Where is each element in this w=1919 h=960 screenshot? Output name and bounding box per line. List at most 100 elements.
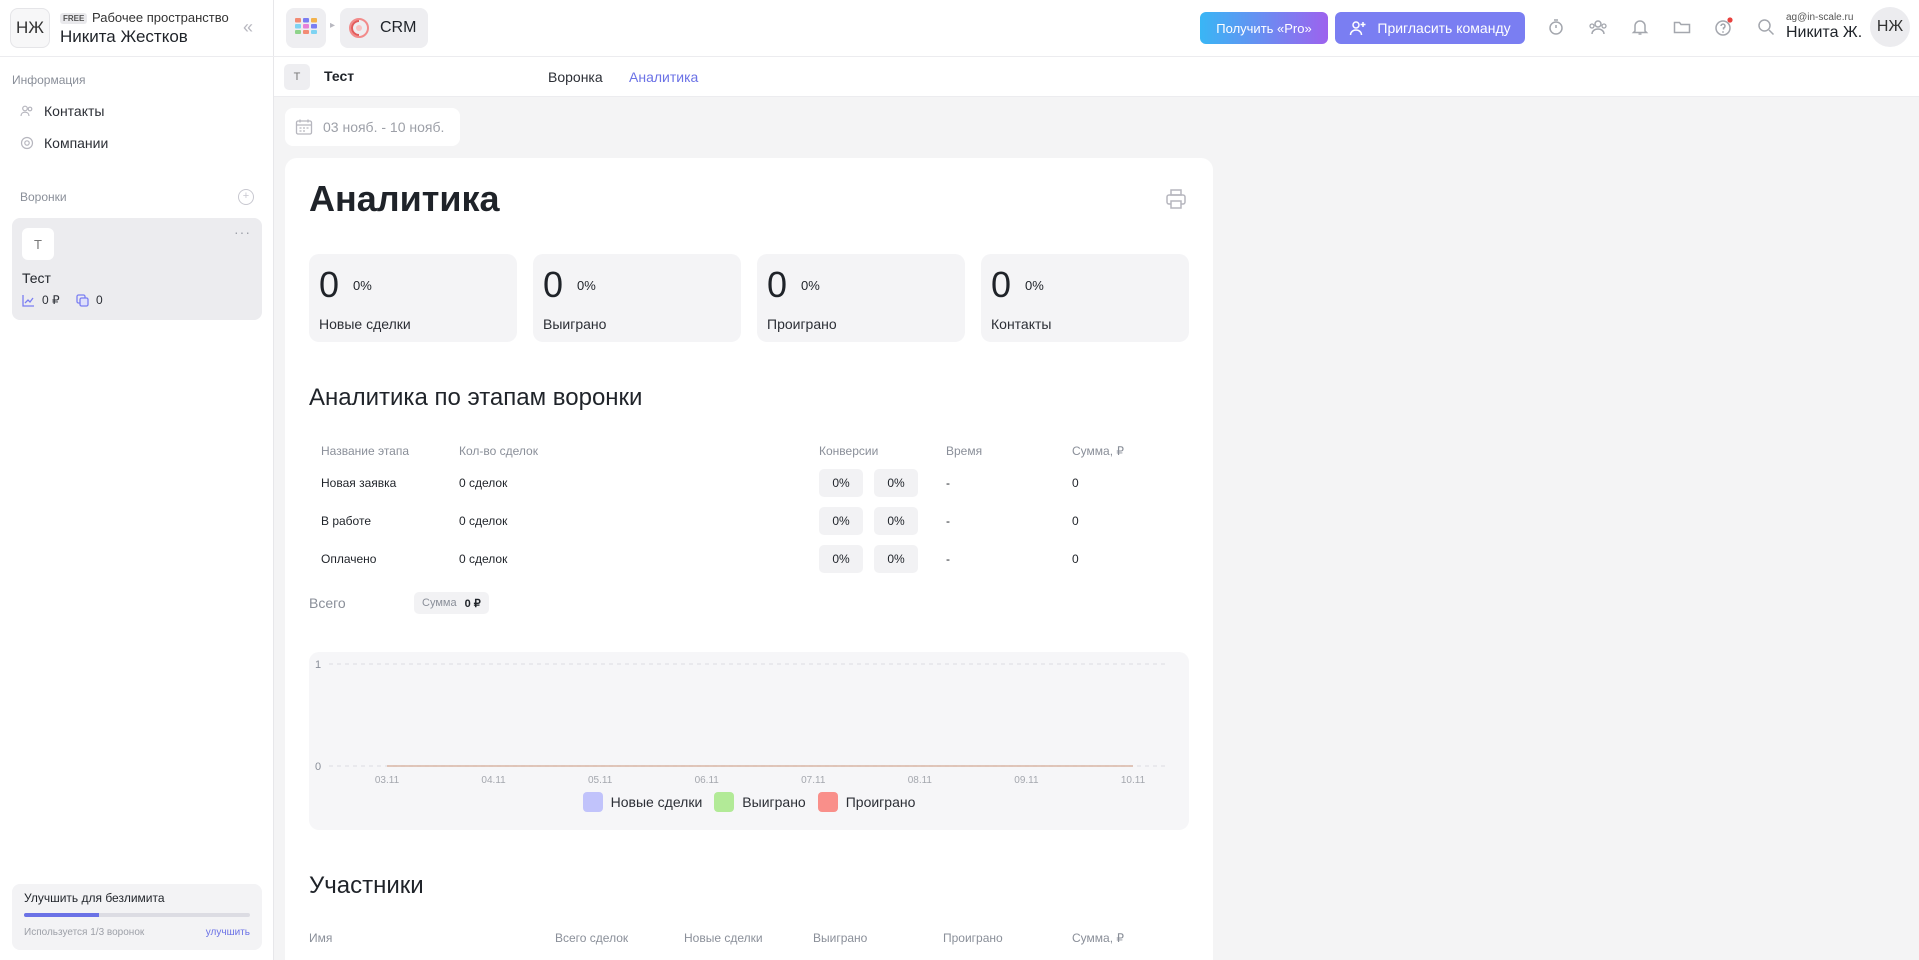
- chart-x-tick: 07.11: [801, 775, 826, 786]
- kpi-won: 0 0% Выиграно: [533, 254, 741, 342]
- kpi-percent: 0%: [577, 278, 596, 293]
- kpi-label: Проиграно: [767, 316, 837, 332]
- legend-label: Проиграно: [845, 794, 916, 810]
- funnel-card[interactable]: Т ··· Тест 0 ₽ 0: [12, 218, 262, 320]
- col-member-name: Имя: [309, 931, 333, 945]
- kpi-contacts: 0 0% Контакты: [981, 254, 1189, 342]
- upgrade-title: Улучшить для безлимита: [24, 891, 165, 905]
- page-title: Аналитика: [309, 178, 500, 219]
- total-sum-chip: Сумма 0 ₽: [414, 592, 489, 614]
- invite-team-label: Пригласить команду: [1377, 20, 1511, 36]
- kpi-label: Контакты: [991, 316, 1052, 332]
- workspace-avatar[interactable]: НЖ: [10, 8, 50, 48]
- legend-item[interactable]: Выиграно: [714, 792, 806, 812]
- stage-time: -: [946, 514, 950, 528]
- stage-name: Новая заявка: [321, 476, 397, 490]
- usage-progress-fill: [24, 913, 100, 917]
- add-user-icon: [1349, 19, 1367, 37]
- analytics-chart: 0 1 03.11 04.11 05.11 06.11 07.11 08.11 09.11 10.…: [309, 652, 1189, 830]
- tab-analytics[interactable]: Аналитика: [629, 69, 698, 85]
- kpi-value: 0: [991, 264, 1012, 305]
- kpi-value: 0: [543, 264, 564, 305]
- funnel-deals-value: 0: [96, 293, 103, 307]
- funnel-avatar: Т: [284, 64, 310, 90]
- usage-text: Используется 1/3 воронок: [24, 927, 145, 938]
- upgrade-link[interactable]: улучшить: [206, 927, 250, 938]
- companies-icon: [20, 136, 34, 150]
- apps-menu-button[interactable]: [286, 8, 326, 48]
- chart-y-tick: 0: [315, 761, 321, 773]
- col-stage-name: Название этапа: [321, 444, 410, 458]
- help-icon[interactable]: [1713, 16, 1735, 38]
- deals-icon: [76, 293, 89, 307]
- col-member-total-deals: Всего сделок: [555, 931, 629, 945]
- stage-time: -: [946, 552, 950, 566]
- chart-x-tick: 10.11: [1121, 775, 1146, 786]
- upgrade-panel: Улучшить для безлимита Используется 1/3 …: [12, 884, 262, 950]
- sidebar-item-label: Контакты: [44, 103, 105, 119]
- legend-swatch: [714, 792, 735, 812]
- col-time: Время: [946, 444, 983, 458]
- col-member-sum: Сумма, ₽: [1072, 931, 1125, 945]
- col-member-lost: Проиграно: [943, 931, 1003, 945]
- chart-x-tick: 06.11: [695, 775, 720, 786]
- kpi-value: 0: [767, 264, 788, 305]
- collapse-sidebar-icon[interactable]: «: [238, 16, 258, 38]
- col-conversions: Конверсии: [819, 444, 879, 458]
- contacts-icon: [20, 104, 34, 118]
- workspace-header[interactable]: НЖ FREE Рабочее пространство Никита Жест…: [0, 0, 274, 57]
- bell-icon[interactable]: [1629, 16, 1651, 38]
- legend-label: Новые сделки: [610, 794, 703, 810]
- date-range-picker[interactable]: 03 нояб. - 10 нояб.: [285, 108, 460, 146]
- get-pro-button[interactable]: Получить «Pro»: [1200, 12, 1328, 44]
- top-bar: ▸ CRM Получить «Pro» Пригласить команду …: [274, 0, 1919, 57]
- kpi-label: Новые сделки: [319, 316, 411, 332]
- stage-sum: 0: [1072, 514, 1079, 528]
- members-section-title: Участники: [309, 872, 424, 899]
- crm-app-button[interactable]: CRM: [340, 8, 428, 48]
- workspace-label: Рабочее пространство: [92, 10, 229, 25]
- tab-funnel[interactable]: Воронка: [548, 69, 603, 85]
- sidebar-item-contacts[interactable]: Контакты: [20, 100, 104, 122]
- kpi-percent: 0%: [801, 278, 820, 293]
- invite-team-button[interactable]: Пригласить команду: [1335, 12, 1525, 44]
- funnels-section-title: Воронки: [20, 190, 67, 204]
- community-icon[interactable]: [1587, 16, 1609, 38]
- stage-deals: 0 сделок: [459, 514, 508, 528]
- col-member-won: Выиграно: [813, 931, 868, 945]
- folder-icon[interactable]: [1671, 16, 1693, 38]
- stage-conversion: 0%: [819, 545, 863, 573]
- funnel-deals: 0: [76, 293, 103, 307]
- kpi-new-deals: 0 0% Новые сделки: [309, 254, 517, 342]
- more-icon[interactable]: ···: [234, 224, 251, 240]
- print-icon[interactable]: [1165, 188, 1187, 210]
- info-section-title: Информация: [12, 73, 86, 87]
- crm-app-label: CRM: [380, 19, 417, 36]
- apps-grid-icon: [295, 17, 317, 39]
- chart-x-tick: 04.11: [481, 775, 506, 786]
- user-name[interactable]: Никита Ж.: [1786, 24, 1862, 42]
- col-sum: Сумма, ₽: [1072, 444, 1125, 458]
- user-email: ag@in-scale.ru: [1786, 12, 1854, 23]
- timer-icon[interactable]: [1545, 16, 1567, 38]
- legend-swatch: [817, 792, 838, 812]
- legend-item[interactable]: Проиграно: [817, 792, 916, 812]
- add-funnel-icon[interactable]: +: [238, 189, 254, 205]
- stages-section-title: Аналитика по этапам воронки: [309, 384, 643, 411]
- sidebar-item-companies[interactable]: Компании: [20, 132, 108, 154]
- search-icon[interactable]: [1755, 16, 1777, 38]
- sidebar: НЖ FREE Рабочее пространство Никита Жест…: [0, 0, 274, 960]
- legend-item[interactable]: Новые сделки: [582, 792, 703, 812]
- chart-x-tick: 08.11: [908, 775, 933, 786]
- stage-conversion: 0%: [819, 507, 863, 535]
- stage-conversion: 0%: [874, 507, 918, 535]
- calendar-icon: [295, 118, 313, 136]
- stage-deals: 0 сделок: [459, 476, 508, 490]
- workspace-owner: Никита Жестков: [60, 27, 188, 46]
- total-sum-value: 0 ₽: [464, 597, 481, 610]
- plan-badge: FREE: [60, 13, 88, 24]
- stage-sum: 0: [1072, 552, 1079, 566]
- date-range-value: 03 нояб. - 10 нояб.: [323, 119, 445, 135]
- user-avatar[interactable]: НЖ: [1870, 7, 1910, 47]
- stage-conversion: 0%: [874, 469, 918, 497]
